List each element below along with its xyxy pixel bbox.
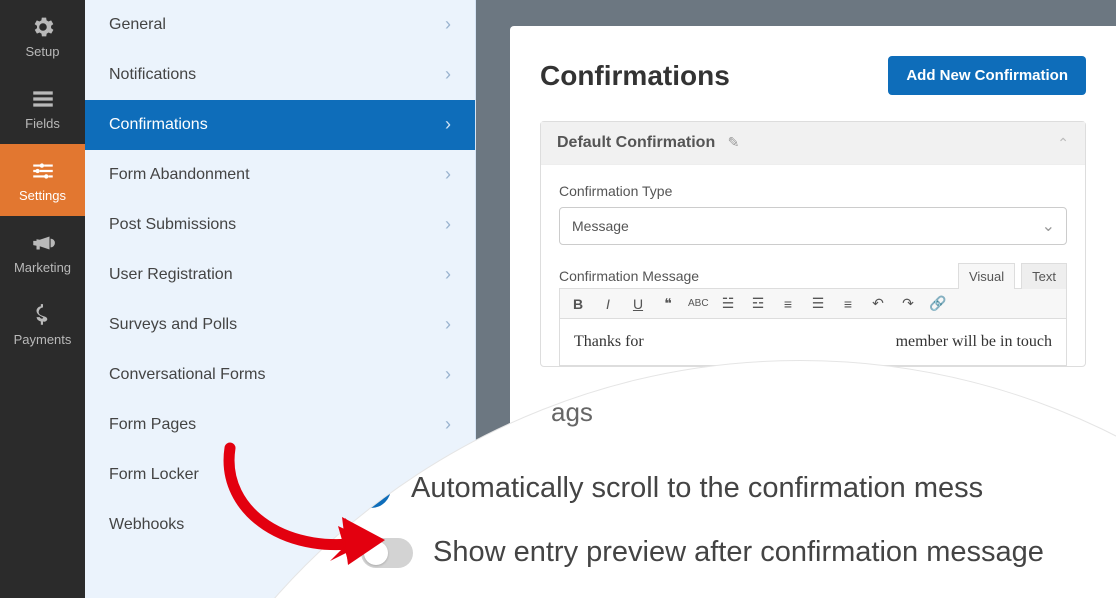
dollar-icon [30, 302, 56, 328]
chevron-right-icon: › [445, 114, 451, 135]
submenu-label: General [109, 16, 166, 34]
rail-payments[interactable]: Payments [0, 288, 85, 360]
collapse-icon[interactable]: ⌃ [1057, 135, 1069, 152]
rail-label: Settings [19, 188, 66, 203]
quote-button[interactable]: ❝ [658, 295, 678, 312]
rail-setup[interactable]: Setup [0, 0, 85, 72]
ol-button[interactable]: ☲ [748, 295, 768, 312]
confirmation-header[interactable]: Default Confirmation ✎ ⌃ [541, 122, 1085, 165]
auto-scroll-toggle[interactable] [361, 468, 391, 508]
submenu-label: User Registration [109, 266, 233, 284]
edit-name-icon[interactable]: ✎ [728, 134, 740, 150]
type-label: Confirmation Type [559, 183, 1067, 199]
bold-button[interactable]: B [568, 296, 588, 312]
submenu-notifications[interactable]: Notifications › [85, 50, 475, 100]
submenu-label: Form Pages [109, 416, 196, 434]
megaphone-icon [30, 230, 56, 256]
redo-button[interactable]: ↷ [898, 295, 918, 312]
auto-scroll-label: Automatically scroll to the confirmation… [411, 472, 983, 505]
submenu-form-abandonment[interactable]: Form Abandonment › [85, 150, 475, 200]
submenu-label: Webhooks [109, 516, 184, 534]
rail-fields[interactable]: Fields [0, 72, 85, 144]
confirmation-name: Default Confirmation [557, 134, 715, 151]
zoom-text-fragment: ags [551, 397, 1044, 428]
entry-preview-toggle[interactable] [361, 538, 413, 568]
gear-icon [30, 14, 56, 40]
submenu-label: Conversational Forms [109, 366, 266, 384]
sliders-icon [30, 158, 56, 184]
submenu-user-registration[interactable]: User Registration › [85, 250, 475, 300]
underline-button[interactable]: U [628, 296, 648, 312]
undo-button[interactable]: ↶ [868, 295, 888, 312]
submenu-label: Form Locker [109, 466, 199, 484]
chevron-right-icon: › [445, 164, 451, 185]
submenu-post-submissions[interactable]: Post Submissions › [85, 200, 475, 250]
message-label: Confirmation Message [559, 268, 699, 284]
rail-label: Setup [26, 44, 60, 59]
rail-marketing[interactable]: Marketing [0, 216, 85, 288]
list-icon [30, 86, 56, 112]
submenu-conversational-forms[interactable]: Conversational Forms › [85, 350, 475, 400]
nav-rail: Setup Fields Settings Marketing Payments [0, 0, 85, 598]
submenu-label: Confirmations [109, 116, 208, 134]
align-center-button[interactable]: ☰ [808, 295, 828, 312]
ul-button[interactable]: ☱ [718, 295, 738, 312]
editor-text-left: Thanks for [574, 333, 644, 350]
align-right-button[interactable]: ≡ [838, 296, 858, 312]
editor-tab-visual[interactable]: Visual [958, 263, 1015, 289]
submenu-surveys-polls[interactable]: Surveys and Polls › [85, 300, 475, 350]
editor-text-right: member will be in touch [896, 333, 1052, 351]
submenu-label: Post Submissions [109, 216, 236, 234]
chevron-right-icon: › [445, 314, 451, 335]
submenu-label: Surveys and Polls [109, 316, 237, 334]
rail-label: Payments [14, 332, 72, 347]
submenu-label: Form Abandonment [109, 166, 250, 184]
chevron-right-icon: › [445, 64, 451, 85]
submenu-general[interactable]: General › [85, 0, 475, 50]
editor-toolbar: B I U ❝ ABC ☱ ☲ ≡ ☰ ≡ ↶ ↷ 🔗 [559, 288, 1067, 319]
rail-settings[interactable]: Settings [0, 144, 85, 216]
submenu-confirmations[interactable]: Confirmations › [85, 100, 475, 150]
rail-label: Marketing [14, 260, 71, 275]
chevron-right-icon: › [445, 14, 451, 35]
strike-button[interactable]: ABC [688, 298, 708, 309]
submenu-label: Notifications [109, 66, 196, 84]
align-left-button[interactable]: ≡ [778, 296, 798, 312]
page-title: Confirmations [540, 60, 730, 92]
chevron-right-icon: › [445, 364, 451, 385]
confirmation-panel: Default Confirmation ✎ ⌃ Confirmation Ty… [540, 121, 1086, 367]
chevron-right-icon: › [445, 214, 451, 235]
add-confirmation-button[interactable]: Add New Confirmation [888, 56, 1086, 95]
editor-tab-text[interactable]: Text [1021, 263, 1067, 289]
link-button[interactable]: 🔗 [928, 295, 948, 312]
rail-label: Fields [25, 116, 60, 131]
italic-button[interactable]: I [598, 296, 618, 312]
message-editor[interactable]: Thanks for member will be in touch [559, 319, 1067, 366]
confirmation-type-select[interactable]: Message [559, 207, 1067, 245]
chevron-right-icon: › [445, 264, 451, 285]
entry-preview-label: Show entry preview after confirmation me… [433, 536, 1044, 569]
